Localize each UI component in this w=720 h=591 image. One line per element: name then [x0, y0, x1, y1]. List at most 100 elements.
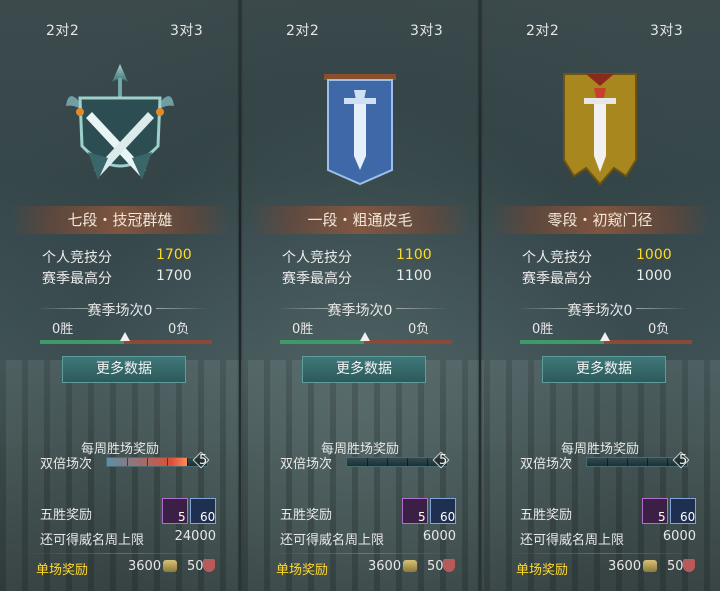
progress-tick — [647, 458, 648, 466]
shield-icon — [683, 559, 695, 572]
five-wins-label: 五胜奖励 — [40, 508, 93, 523]
mode-tabs: 2对2 3对3 — [0, 0, 240, 44]
progress-tick — [187, 458, 188, 466]
shield-icon — [443, 559, 455, 572]
divider-line — [24, 553, 224, 554]
progress-tick — [387, 458, 388, 466]
rank-panel: 2对2 3对3 零段・初窥门径 个人竞技分 1000 赛季最高分 1000 赛季… — [480, 0, 720, 591]
tab-3v3[interactable]: 3对3 — [650, 20, 683, 40]
season-high-row: 赛季最高分 1700 — [42, 268, 192, 288]
tab-3v3[interactable]: 3对3 — [170, 20, 203, 40]
losses-count: 0负 — [408, 322, 430, 337]
losses-count: 0负 — [648, 322, 670, 337]
reward-qty: 5 — [658, 510, 666, 524]
blue-sword-banner-icon — [324, 74, 396, 186]
reward-qty: 60 — [200, 510, 216, 524]
personal-score-value: 1700 — [156, 247, 192, 263]
progress-tick — [367, 458, 368, 466]
wins-count: 0胜 — [532, 322, 554, 337]
win-bar — [520, 340, 604, 344]
crossed-swords-crest-icon — [66, 64, 174, 180]
single-shield-value: 50 — [667, 559, 684, 574]
single-coins-value: 3600 — [608, 559, 642, 574]
single-coins-value: 3600 — [128, 559, 162, 574]
single-reward-label: 单场奖励 — [276, 563, 329, 578]
win-loss-bar — [280, 332, 452, 344]
progress-tick — [427, 458, 428, 466]
tab-2v2[interactable]: 2对2 — [286, 20, 319, 40]
season-high-row: 赛季最高分 1100 — [282, 268, 432, 288]
reward-qty: 60 — [440, 510, 456, 524]
single-coins-value: 3600 — [368, 559, 402, 574]
personal-score-value: 1100 — [396, 247, 432, 263]
shield-icon — [203, 559, 215, 572]
coin-icon — [643, 560, 657, 572]
season-high-label: 赛季最高分 — [42, 271, 112, 287]
double-cap-value: 5 — [199, 453, 208, 468]
double-matches-label: 双倍场次 — [280, 457, 333, 472]
five-wins-label: 五胜奖励 — [520, 508, 573, 523]
progress-tick — [167, 458, 168, 466]
progress-tick — [627, 458, 628, 466]
ratio-marker-icon — [360, 332, 370, 341]
win-bar — [280, 340, 364, 344]
rank-title: 七段・技冠群雄 — [10, 206, 230, 234]
single-shield-value: 50 — [187, 559, 204, 574]
divider-line — [264, 553, 464, 554]
divider-line — [504, 553, 704, 554]
reward-qty: 5 — [178, 510, 186, 524]
personal-score-label: 个人竞技分 — [42, 250, 112, 266]
loss-bar — [364, 340, 452, 344]
single-reward-label: 单场奖励 — [36, 563, 89, 578]
gold-sword-banner-icon — [563, 73, 637, 186]
season-matches: 赛季场次0 — [327, 303, 393, 319]
progress-tick — [147, 458, 148, 466]
loss-bar — [604, 340, 692, 344]
season-high-label: 赛季最高分 — [522, 271, 592, 287]
mode-tabs: 2对2 3对3 — [480, 0, 720, 44]
progress-tick — [667, 458, 668, 466]
prestige-cap-label: 还可得威名周上限 — [280, 533, 385, 548]
season-high-value: 1100 — [396, 268, 432, 284]
mode-tabs: 2对2 3对3 — [240, 0, 480, 44]
tab-2v2[interactable]: 2对2 — [526, 20, 559, 40]
season-high-row: 赛季最高分 1000 — [522, 268, 672, 288]
season-high-value: 1700 — [156, 268, 192, 284]
prestige-cap-value: 6000 — [662, 529, 696, 544]
rank-title: 零段・初窥门径 — [490, 206, 710, 234]
ratio-marker-icon — [600, 332, 610, 341]
progress-tick — [407, 458, 408, 466]
double-matches-label: 双倍场次 — [40, 457, 93, 472]
tab-3v3[interactable]: 3对3 — [410, 20, 443, 40]
coin-icon — [163, 560, 177, 572]
season-high-label: 赛季最高分 — [282, 271, 352, 287]
rank-title: 一段・粗通皮毛 — [250, 206, 470, 234]
five-wins-label: 五胜奖励 — [280, 508, 333, 523]
season-matches: 赛季场次0 — [87, 303, 153, 319]
rank-panel: 2对2 3对3 一段・粗通皮毛 个人竞技分 1100 赛季最高分 1100 赛季… — [240, 0, 480, 591]
wins-count: 0胜 — [52, 322, 74, 337]
season-matches: 赛季场次0 — [567, 303, 633, 319]
personal-score-label: 个人竞技分 — [522, 250, 592, 266]
more-data-button[interactable]: 更多数据 — [302, 356, 426, 383]
personal-score-value: 1000 — [636, 247, 672, 263]
double-matches-label: 双倍场次 — [520, 457, 573, 472]
season-high-value: 1000 — [636, 268, 672, 284]
progress-tick — [607, 458, 608, 466]
single-shield-value: 50 — [427, 559, 444, 574]
personal-score-label: 个人竞技分 — [282, 250, 352, 266]
personal-score-row: 个人竞技分 1700 — [42, 247, 192, 267]
tab-2v2[interactable]: 2对2 — [46, 20, 79, 40]
reward-qty: 5 — [418, 510, 426, 524]
more-data-button[interactable]: 更多数据 — [542, 356, 666, 383]
win-loss-bar — [520, 332, 692, 344]
more-data-button[interactable]: 更多数据 — [62, 356, 186, 383]
coin-icon — [403, 560, 417, 572]
prestige-cap-value: 6000 — [422, 529, 456, 544]
double-cap-value: 5 — [679, 453, 688, 468]
personal-score-row: 个人竞技分 1000 — [522, 247, 672, 267]
prestige-cap-label: 还可得威名周上限 — [40, 533, 145, 548]
win-loss-bar — [40, 332, 212, 344]
wins-count: 0胜 — [292, 322, 314, 337]
double-cap-value: 5 — [439, 453, 448, 468]
